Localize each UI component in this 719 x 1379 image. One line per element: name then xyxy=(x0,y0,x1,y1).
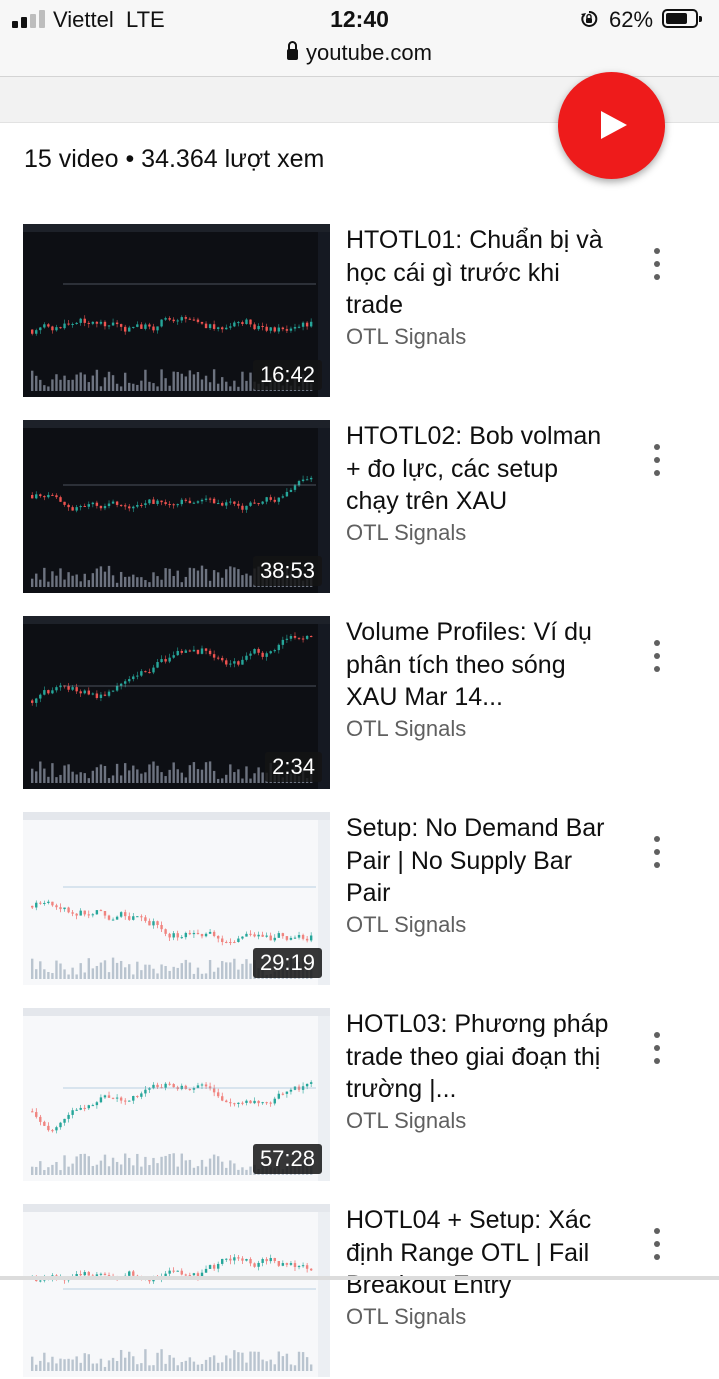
video-thumbnail[interactable]: 16:42 xyxy=(23,224,330,397)
channel-name[interactable]: OTL Signals xyxy=(346,1304,466,1330)
video-thumbnail[interactable]: 2:34 xyxy=(23,616,330,789)
video-thumbnail[interactable]: 29:19 xyxy=(23,812,330,985)
video-title[interactable]: HOTL03: Phương pháp trade theo giai đoạn… xyxy=(346,1008,616,1106)
url-text: youtube.com xyxy=(306,40,432,65)
channel-name[interactable]: OTL Signals xyxy=(346,1108,466,1134)
url-field[interactable]: youtube.com xyxy=(0,40,719,66)
duration-badge: 16:42 xyxy=(252,360,322,390)
lock-icon xyxy=(287,41,299,60)
battery-icon xyxy=(662,9,702,28)
channel-name[interactable]: OTL Signals xyxy=(346,912,466,938)
more-options-icon[interactable] xyxy=(645,640,669,676)
video-item[interactable]: 57:28 HOTL03: Phương pháp trade theo gia… xyxy=(0,1008,719,1183)
duration-badge: 38:53 xyxy=(252,556,322,586)
video-thumbnail[interactable]: 57:28 xyxy=(23,1008,330,1181)
channel-name[interactable]: OTL Signals xyxy=(346,716,466,742)
video-item[interactable]: 38:53 HTOTL02: Bob volman + đo lực, các … xyxy=(0,420,719,595)
more-options-icon[interactable] xyxy=(645,1032,669,1068)
video-title[interactable]: HTOTL01: Chuẩn bị và học cái gì trước kh… xyxy=(346,224,616,322)
more-options-icon[interactable] xyxy=(645,836,669,872)
rotation-lock-icon xyxy=(581,10,598,27)
more-options-icon[interactable] xyxy=(645,444,669,480)
playlist-stats: 15 video • 34.364 lượt xem xyxy=(24,145,325,173)
channel-name[interactable]: OTL Signals xyxy=(346,520,466,546)
duration-badge: 29:19 xyxy=(252,948,322,978)
more-options-icon[interactable] xyxy=(645,1228,669,1264)
channel-name[interactable]: OTL Signals xyxy=(346,324,466,350)
video-thumbnail[interactable]: 38:53 xyxy=(23,420,330,593)
duration-badge: 2:34 xyxy=(265,752,322,782)
video-item[interactable]: 29:19 Setup: No Demand Bar Pair | No Sup… xyxy=(0,812,719,987)
video-item[interactable]: HOTL04 + Setup: Xác định Range OTL | Fai… xyxy=(0,1204,719,1379)
video-thumbnail[interactable] xyxy=(23,1204,330,1377)
video-title[interactable]: HTOTL02: Bob volman + đo lực, các setup … xyxy=(346,420,616,518)
chart-thumbnail-image xyxy=(23,1204,330,1377)
more-options-icon[interactable] xyxy=(645,248,669,284)
battery-percent: 62% xyxy=(609,7,654,32)
video-item[interactable]: 16:42 HTOTL01: Chuẩn bị và học cái gì tr… xyxy=(0,224,719,399)
play-all-button[interactable] xyxy=(558,72,665,179)
video-title[interactable]: HOTL04 + Setup: Xác định Range OTL | Fai… xyxy=(346,1204,616,1302)
video-title[interactable]: Volume Profiles: Ví dụ phân tích theo só… xyxy=(346,616,616,714)
video-title[interactable]: Setup: No Demand Bar Pair | No Supply Ba… xyxy=(346,812,616,910)
status-bar: Viettel LTE 12:40 62% xyxy=(0,0,719,40)
duration-badge: 57:28 xyxy=(252,1144,322,1174)
video-item[interactable]: 2:34 Volume Profiles: Ví dụ phân tích th… xyxy=(0,616,719,791)
bottom-divider xyxy=(0,1276,719,1280)
